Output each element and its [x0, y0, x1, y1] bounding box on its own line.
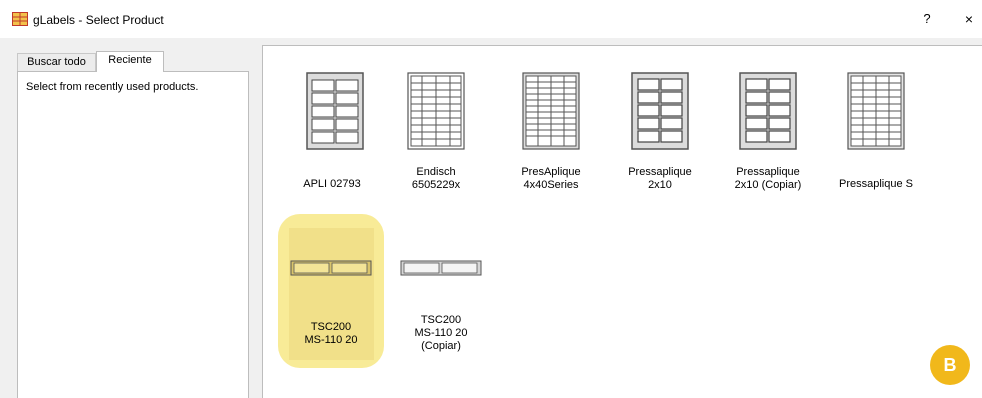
product-presaplique-4x40series[interactable]: PresAplique 4x40Series	[501, 72, 601, 192]
product-pressaplique-2x10-copiar[interactable]: Pressaplique 2x10 (Copiar)	[718, 72, 818, 192]
product-label: Endisch 6505229x	[411, 166, 461, 191]
glabels-app-icon	[12, 12, 28, 26]
recent-products-pane: Select from recently used products.	[17, 71, 249, 398]
product-endisch-6505229x[interactable]: Endisch 6505229x	[386, 72, 486, 192]
product-label: APLI 02793	[303, 178, 361, 190]
pane-description: Select from recently used products.	[26, 81, 199, 93]
product-pressaplique-2x10[interactable]: Pressaplique 2x10	[610, 72, 710, 192]
label-sheet-4x10-icon	[847, 72, 905, 150]
product-apli-02793[interactable]: APLI 02793	[282, 72, 382, 191]
title-bar: gLabels - Select Product ? ×	[0, 0, 982, 38]
annotation-badge: B	[930, 345, 970, 385]
product-label: PresAplique 4x40Series	[521, 166, 581, 191]
label-sheet-2x5-icon	[739, 72, 797, 150]
select-product-dialog: gLabels - Select Product ? × Buscar todo…	[0, 0, 982, 398]
tab-reciente[interactable]: Reciente	[96, 51, 164, 72]
product-tsc200-ms-110-20[interactable]: TSC200 MS-110 20	[281, 259, 381, 347]
product-tsc200-ms-110-20-copiar[interactable]: TSC200 MS-110 20 (Copiar)	[391, 259, 491, 353]
help-button[interactable]: ?	[915, 9, 939, 29]
close-button[interactable]: ×	[957, 9, 981, 29]
product-pressaplique-s[interactable]: Pressaplique S	[826, 72, 926, 191]
product-label: Pressaplique S	[839, 178, 913, 190]
product-label: TSC200 MS-110 20	[304, 321, 358, 346]
label-sheet-4x10-icon	[407, 72, 465, 150]
product-label: Pressaplique 2x10 (Copiar)	[734, 166, 802, 191]
label-strip-2-icon	[290, 260, 372, 276]
label-sheet-2x5-icon	[306, 72, 364, 150]
window-title: gLabels - Select Product	[33, 13, 164, 27]
label-sheet-2x5-icon	[631, 72, 689, 150]
label-sheet-4x12-icon	[522, 72, 580, 150]
product-label: Pressaplique 2x10	[628, 166, 692, 191]
product-label: TSC200 MS-110 20 (Copiar)	[414, 314, 468, 352]
tab-buscar-todo[interactable]: Buscar todo	[17, 53, 96, 71]
label-strip-2-icon	[400, 260, 482, 276]
